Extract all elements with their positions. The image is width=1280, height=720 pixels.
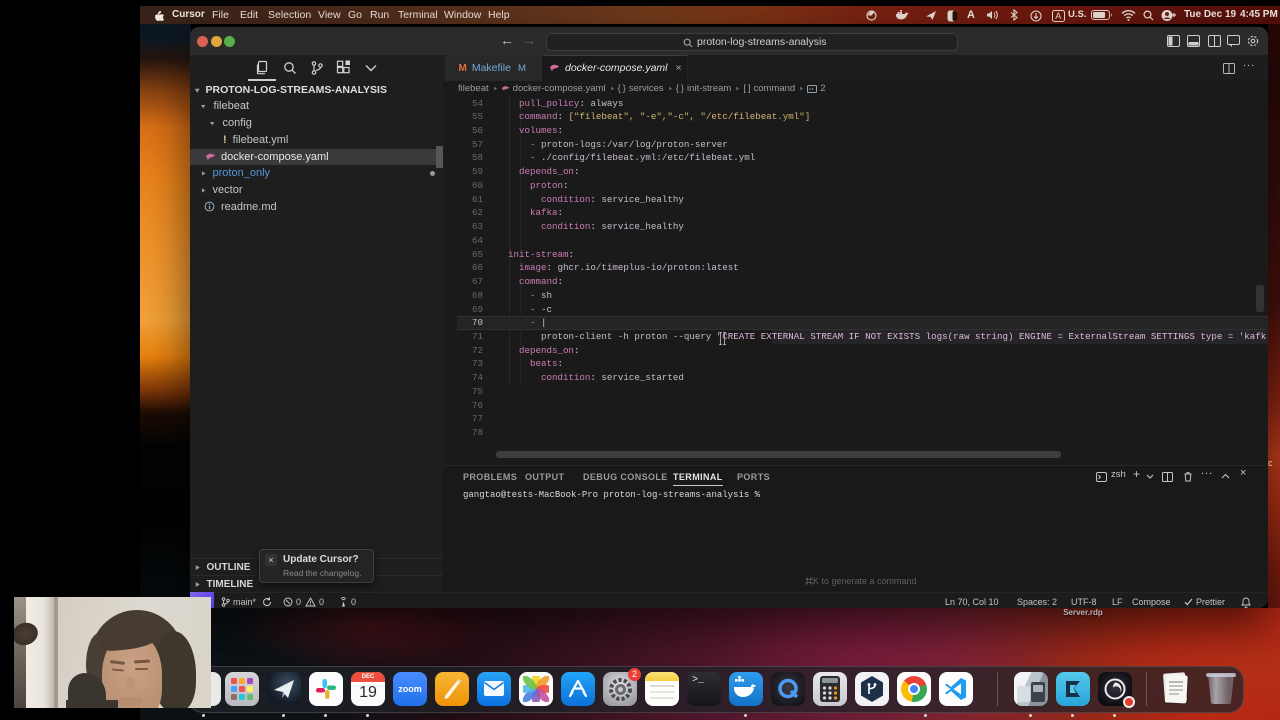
svg-text:A: A bbox=[1055, 11, 1061, 21]
